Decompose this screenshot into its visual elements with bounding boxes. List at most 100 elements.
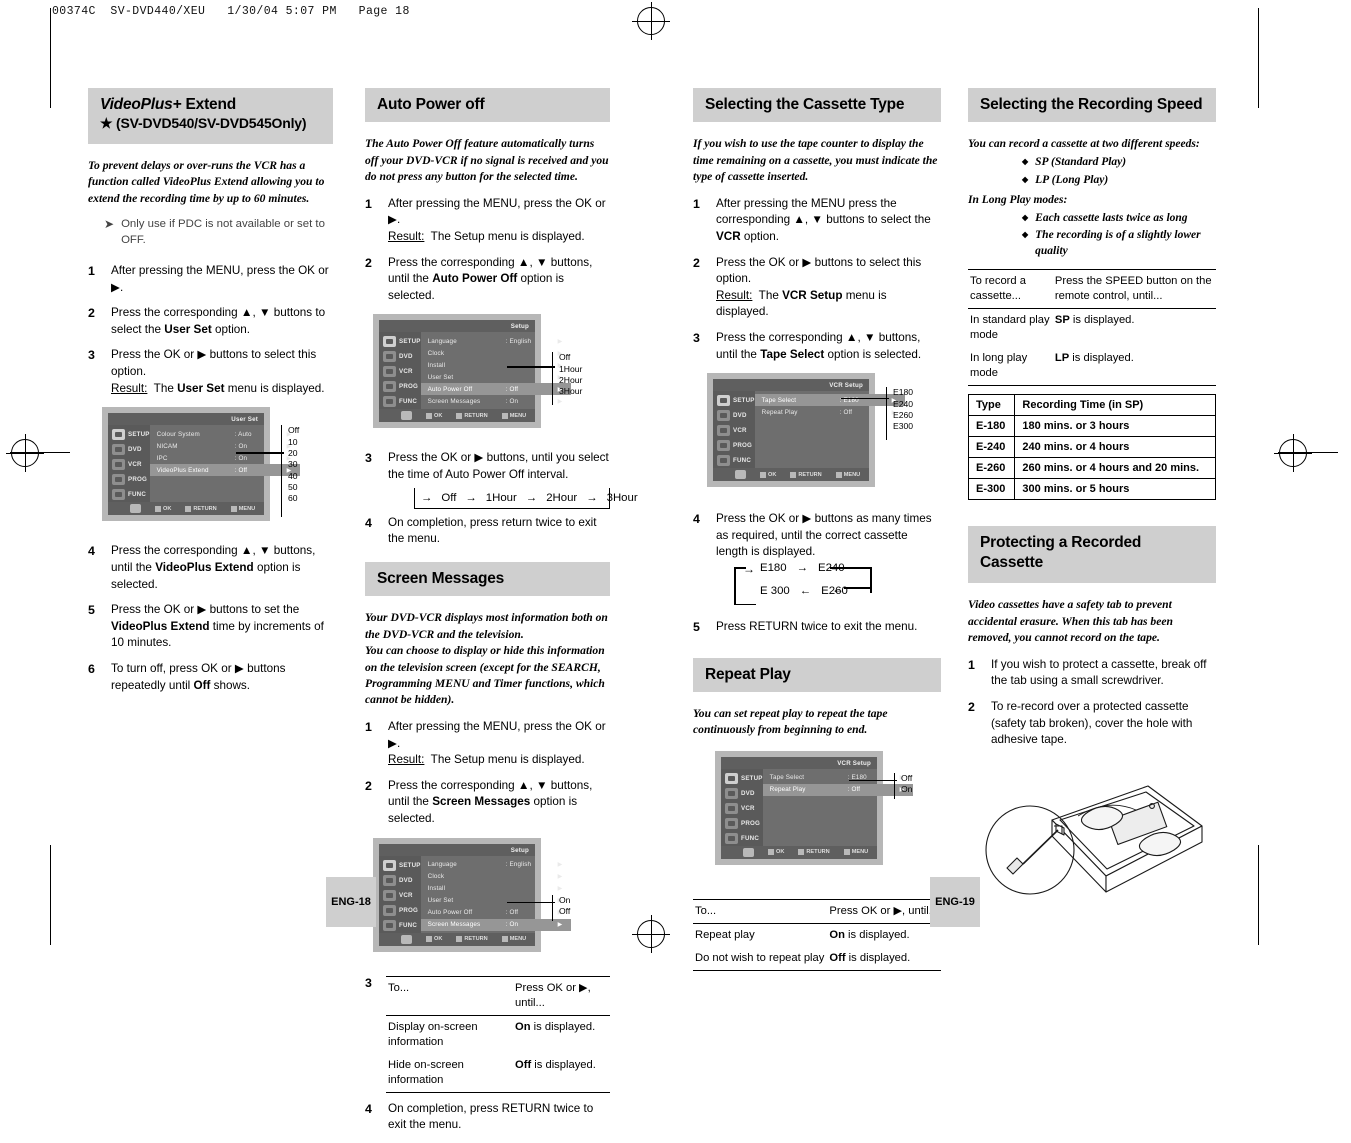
callout-value: 50 xyxy=(288,482,298,493)
step-number: 1 xyxy=(365,719,372,734)
callout-value: E260 xyxy=(893,409,914,420)
osd-hint-ok: OK xyxy=(768,849,784,856)
pointer-icon: ➤ xyxy=(104,217,115,232)
list-item: 4 On completion, press return twice to e… xyxy=(365,515,610,548)
crop-mark-right-vertical xyxy=(1258,8,1260,108)
table-row: In long play mode LP is displayed. xyxy=(968,347,1216,386)
callout-value: E240 xyxy=(893,398,914,409)
dvd-icon xyxy=(383,874,396,886)
osd-sidebar-item-func[interactable]: FUNC xyxy=(379,918,421,933)
osd-sidebar-item-setup[interactable]: SETUP xyxy=(379,858,421,873)
osd-menu-row[interactable]: User Set ▶ xyxy=(421,371,572,383)
osd-menu-row[interactable]: Install ▶ xyxy=(421,359,572,371)
osd-sidebar-item-prog[interactable]: PROG xyxy=(108,472,150,487)
osd-menu-row[interactable]: Auto Power Off: Off ▶ xyxy=(421,907,572,919)
osd-sidebar-item-vcr[interactable]: VCR xyxy=(379,364,421,379)
osd-menu-row[interactable]: NICAM: On ▶ xyxy=(150,440,301,452)
osd-menu-row[interactable]: User Set ▶ xyxy=(421,895,572,907)
table-header-cell: To record a cassette... xyxy=(968,269,1053,310)
osd-menu-row[interactable]: Colour System: Auto ▶ xyxy=(150,428,301,440)
osd-sidebar-item-dvd[interactable]: DVD xyxy=(379,349,421,364)
osd-menu-row[interactable]: Language: English ▶ xyxy=(421,335,572,347)
osd-menu-row[interactable]: Tape Select: E180 ▶ xyxy=(754,394,906,407)
osd-menu-row[interactable]: Auto Power Off: Off ▶ xyxy=(420,383,572,396)
list-item: 1 After pressing the MENU, press the OK o… xyxy=(365,719,610,769)
osd-sidebar-item-dvd[interactable]: DVD xyxy=(379,873,421,888)
callout-value: E180 xyxy=(893,387,914,398)
ok-key-icon xyxy=(768,849,774,856)
setup-icon xyxy=(383,336,396,348)
osd-sidebar-item-prog[interactable]: PROG xyxy=(379,379,421,394)
osd-row-value: : Off xyxy=(847,786,861,794)
steps-list-videoplus-1: 1 After pressing the MENU, press the OK o… xyxy=(88,263,333,397)
osd-menu-row[interactable]: Screen Messages: On ▶ xyxy=(420,918,572,931)
osd-sidebar-item-func[interactable]: FUNC xyxy=(108,487,150,502)
osd-hint-menu: MENU xyxy=(835,471,860,478)
diamond-bullet-icon: ◆ xyxy=(1022,157,1029,167)
section-heading-videoplus-extend: VideoPlus+ Extend ★ (SV-DVD540/SV-DVD545… xyxy=(88,88,333,144)
list-item: 4 On completion, press RETURN twice to e… xyxy=(365,1101,610,1134)
list-item: 1 After pressing the MENU, press the OK o… xyxy=(88,263,333,296)
osd-sidebar-item-setup[interactable]: SETUP xyxy=(108,427,150,442)
list-item: 1 After pressing the MENU, press the OK o… xyxy=(365,196,610,246)
osd-menu-row[interactable]: Install ▶ xyxy=(421,883,572,895)
osd-menu-row[interactable]: Repeat Play: Off ▶ xyxy=(755,406,906,418)
osd-screenshot-vcr-setup-repeat: VCR Setup SETUP DVD VCR PROG FUNC Tape Select:… xyxy=(715,750,914,865)
osd-sidebar-item-prog[interactable]: PROG xyxy=(379,903,421,918)
cycle-value: E 300 xyxy=(760,585,790,598)
osd-row-label: Auto Power Off xyxy=(427,909,473,917)
callout-value: 40 xyxy=(288,470,298,481)
osd-menu-row[interactable]: Tape Select: E180 ▶ xyxy=(763,772,914,784)
osd-sidebar-item-prog[interactable]: PROG xyxy=(713,438,755,453)
osd-row-label: Install xyxy=(427,885,446,893)
osd-hint-menu: MENU xyxy=(230,505,255,512)
return-key-icon xyxy=(456,936,463,943)
osd-title: User Set xyxy=(108,413,264,426)
prog-icon xyxy=(725,817,738,829)
cycle-entry-arrow: → xyxy=(421,491,433,504)
osd-menu-row[interactable]: Language: English ▶ xyxy=(421,859,572,871)
chevron-right-icon: ▶ xyxy=(557,922,563,929)
osd-sidebar-item-func[interactable]: FUNC xyxy=(713,453,755,468)
steps-list-protecting: 1 If you wish to protect a cassette, brea… xyxy=(968,657,1216,749)
osd-sidebar-item-vcr[interactable]: VCR xyxy=(379,888,421,903)
osd-title: VCR Setup xyxy=(713,379,869,392)
osd-hint-return: RETURN xyxy=(798,849,830,856)
osd-sidebar-item-dvd[interactable]: DVD xyxy=(713,408,755,423)
osd-sidebar-item-setup[interactable]: SETUP xyxy=(721,771,763,786)
step-number: 2 xyxy=(365,255,372,270)
osd-sidebar-item-setup[interactable]: SETUP xyxy=(713,393,755,408)
osd-hint-return: RETURN xyxy=(185,505,217,512)
step-text: After pressing the MENU, press the OK or… xyxy=(388,719,606,767)
section-heading-recording-speed: Selecting the Recording Speed xyxy=(968,88,1216,123)
screen-messages-table: To... Press OK or ▶, until... Display on-s… xyxy=(386,975,610,1093)
osd-sidebar-item-prog[interactable]: PROG xyxy=(721,816,763,831)
osd-sidebar-item-setup[interactable]: SETUP xyxy=(379,334,421,349)
osd-sidebar-item-vcr[interactable]: VCR xyxy=(721,801,763,816)
step-text: If you wish to protect a cassette, break… xyxy=(991,657,1207,688)
dvd-icon xyxy=(717,410,730,422)
heading-videoplus-emphasis: VideoPlus+ xyxy=(100,96,182,113)
osd-sidebar-item-dvd[interactable]: DVD xyxy=(721,786,763,801)
step-text: After pressing the MENU, press the OK or… xyxy=(388,196,606,243)
table-header-cell: To... xyxy=(693,898,828,924)
list-item: ◆ The recording is of a slightly lower qu… xyxy=(1022,228,1216,259)
osd-menu-row[interactable]: Clock ▶ xyxy=(421,871,572,883)
osd-sidebar-item-vcr[interactable]: VCR xyxy=(713,423,755,438)
osd-sidebar-item-vcr[interactable]: VCR xyxy=(108,457,150,472)
page-badge-left: ENG-18 xyxy=(326,877,376,927)
osd-row-label: User Set xyxy=(427,373,454,381)
osd-sidebar-item-func[interactable]: FUNC xyxy=(379,394,421,409)
osd-menu-row[interactable]: Screen Messages: On ▶ xyxy=(421,395,572,407)
dvd-icon xyxy=(725,787,738,799)
osd-sidebar-item-dvd[interactable]: DVD xyxy=(108,442,150,457)
step-text: After pressing the MENU press the corres… xyxy=(716,196,931,243)
return-key-icon xyxy=(185,505,192,512)
osd-menu-row[interactable]: Clock ▶ xyxy=(421,347,572,359)
osd-menu-row[interactable]: VideoPlus Extend: Off ▶ xyxy=(149,464,301,477)
osd-row-value: : On xyxy=(505,921,519,929)
osd-menu-row[interactable]: Repeat Play: Off ▶ xyxy=(762,783,914,796)
table-bottom-rule xyxy=(968,385,1216,387)
osd-menu-row[interactable]: IPC: On ▶ xyxy=(150,452,301,464)
osd-sidebar-item-func[interactable]: FUNC xyxy=(721,831,763,846)
